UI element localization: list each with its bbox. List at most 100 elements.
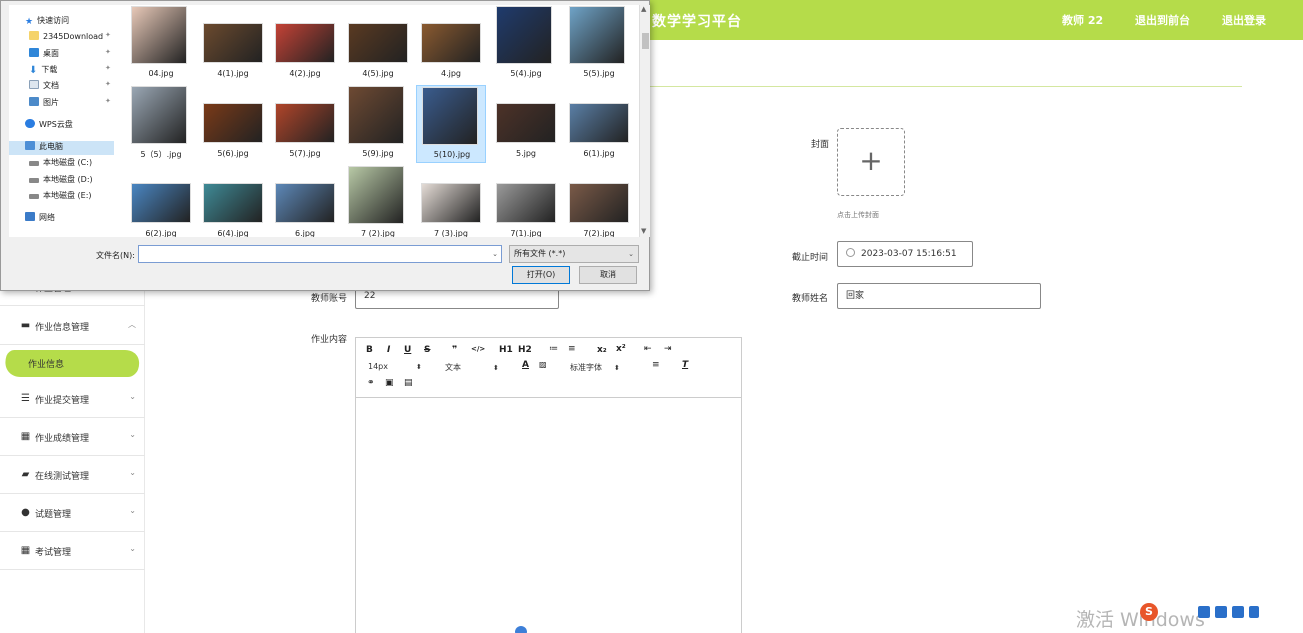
video-icon[interactable]: ▤ xyxy=(404,378,413,388)
chevron-down-icon: ⌄ xyxy=(129,392,136,401)
subscript-button[interactable]: x₂ xyxy=(597,345,607,355)
h2-button[interactable]: H2 xyxy=(518,345,532,355)
deadline-picker[interactable]: 2023-03-07 15:16:51 xyxy=(837,241,973,267)
file-item[interactable]: 5(6).jpg xyxy=(198,85,268,163)
file-item[interactable]: 6(4).jpg xyxy=(198,165,268,237)
file-item[interactable]: 6.jpg xyxy=(270,165,340,237)
sidebar-item-homework-submit[interactable]: ☰ 作业提交管理 ⌄ xyxy=(0,380,145,418)
file-item[interactable]: 4.jpg xyxy=(416,5,486,83)
content-label: 作业内容 xyxy=(311,335,348,345)
image-thumbnail xyxy=(131,6,187,64)
sidebar-item-exam-mgmt[interactable]: ▦ 考试管理 ⌄ xyxy=(0,532,145,570)
nav-this-pc[interactable]: 此电脑 xyxy=(25,141,63,152)
scroll-up-icon[interactable]: ▲ xyxy=(641,5,646,13)
sidebar-item-online-test[interactable]: ▰ 在线测试管理 ⌄ xyxy=(0,456,145,494)
file-item[interactable]: 5（5）.jpg xyxy=(126,85,196,163)
file-item[interactable]: 7(2).jpg xyxy=(564,165,634,237)
pin-icon: ✦ xyxy=(105,97,111,105)
quote-button[interactable]: ❞ xyxy=(452,345,457,355)
strike-button[interactable]: S xyxy=(424,345,430,355)
file-item[interactable]: 5(7).jpg xyxy=(270,85,340,163)
file-item[interactable]: 5(5).jpg xyxy=(564,5,634,83)
nav-pictures[interactable]: 图片 ✦ xyxy=(29,97,111,108)
image-icon[interactable]: ▣ xyxy=(385,378,394,388)
nav-drive-e[interactable]: 本地磁盘 (E:) xyxy=(29,190,92,201)
ordered-list-button[interactable]: ≔ xyxy=(549,344,558,354)
nav-documents[interactable]: 文档 ✦ xyxy=(29,80,111,91)
file-item[interactable]: 5(10).jpg xyxy=(416,85,486,163)
sidebar-item-question-mgmt[interactable]: ● 试题管理 ⌄ xyxy=(0,494,145,532)
scrollbar-thumb[interactable] xyxy=(642,33,649,49)
block-type-select[interactable]: 文本 ⬍ xyxy=(445,362,499,373)
bullet-list-button[interactable]: ≡ xyxy=(568,344,576,354)
file-item[interactable]: 5(9).jpg xyxy=(343,85,413,163)
pin-icon: ✦ xyxy=(105,31,111,39)
h1-button[interactable]: H1 xyxy=(499,345,513,355)
nav-logout[interactable]: 退出登录 xyxy=(1222,12,1266,28)
open-button[interactable]: 打开(O) xyxy=(512,266,570,284)
nav-drive-c[interactable]: 本地磁盘 (C:) xyxy=(29,157,92,168)
scroll-down-icon[interactable]: ▼ xyxy=(641,227,646,235)
file-item[interactable]: 04.jpg xyxy=(126,5,196,83)
underline-button[interactable]: U xyxy=(404,345,411,355)
background-color-icon[interactable]: ▨ xyxy=(539,360,547,369)
sidebar-item-homework-grades[interactable]: ▦ 作业成绩管理 ⌄ xyxy=(0,418,145,456)
file-grid: 04.jpg 4(1).jpg 4(2).jpg 4(5).jpg 4.jpg 5(4).… xyxy=(121,5,639,237)
font-size-select[interactable]: 14px ⬍ xyxy=(368,362,422,371)
teacher-account-label: 教师账号 xyxy=(311,294,348,304)
nav-network[interactable]: 网络 xyxy=(25,212,55,223)
file-grid-scrollbar[interactable]: ▲ ▼ xyxy=(639,5,650,237)
nav-back-to-front[interactable]: 退出到前台 xyxy=(1135,12,1190,28)
app-title: 数学学习平台 xyxy=(652,14,742,30)
chevron-updown-icon: ⬍ xyxy=(493,364,499,372)
nav-2345download[interactable]: 2345Download ✦ xyxy=(29,31,111,41)
superscript-button[interactable]: x² xyxy=(616,344,626,354)
image-thumbnail xyxy=(348,166,404,224)
nav-downloads[interactable]: ⬇ 下载 ✦ xyxy=(29,64,111,76)
chevron-down-icon[interactable]: ⌄ xyxy=(492,250,498,258)
align-icon[interactable]: ≡ xyxy=(652,360,660,370)
file-item[interactable]: 5.jpg xyxy=(491,85,561,163)
font-color-icon[interactable]: A xyxy=(522,360,529,370)
tray-icon[interactable] xyxy=(1232,606,1244,618)
font-family-select[interactable]: 标准字体 ⬍ xyxy=(570,362,620,373)
filename-label: 文件名(N): xyxy=(96,251,135,260)
network-icon xyxy=(25,212,35,221)
file-name: 7 (2).jpg xyxy=(361,229,395,237)
file-item[interactable]: 4(2).jpg xyxy=(270,5,340,83)
italic-button[interactable]: I xyxy=(387,345,390,355)
sogou-icon[interactable]: S xyxy=(1140,603,1158,621)
nav-label: 本地磁盘 (D:) xyxy=(43,175,93,184)
outdent-button[interactable]: ⇤ xyxy=(644,344,652,354)
filetype-select[interactable]: 所有文件 (*.*) ⌄ xyxy=(509,245,639,263)
bold-button[interactable]: B xyxy=(366,345,373,355)
file-item[interactable]: 4(5).jpg xyxy=(343,5,413,83)
tray-icon[interactable] xyxy=(1198,606,1210,618)
nav-wps-cloud[interactable]: WPS云盘 xyxy=(25,119,73,130)
file-item[interactable]: 5(4).jpg xyxy=(491,5,561,83)
teacher-name-field[interactable]: 回家 xyxy=(837,283,1041,309)
file-name: 5.jpg xyxy=(515,149,536,158)
sidebar-subitem-homework-info[interactable]: 作业信息 xyxy=(0,345,145,382)
code-button[interactable]: </> xyxy=(471,345,485,353)
font-family-value: 标准字体 xyxy=(570,363,602,372)
file-item[interactable]: 6(1).jpg xyxy=(564,85,634,163)
filename-input[interactable]: ⌄ xyxy=(138,245,502,263)
tray-icon[interactable] xyxy=(1249,606,1259,618)
file-item[interactable]: 4(1).jpg xyxy=(198,5,268,83)
nav-desktop[interactable]: 桌面 ✦ xyxy=(29,48,111,59)
indent-button[interactable]: ⇥ xyxy=(664,344,672,354)
tray-icon[interactable] xyxy=(1215,606,1227,618)
file-item[interactable]: 6(2).jpg xyxy=(126,165,196,237)
nav-drive-d[interactable]: 本地磁盘 (D:) xyxy=(29,174,93,185)
cancel-button[interactable]: 取消 xyxy=(579,266,637,284)
link-icon[interactable]: ⚭ xyxy=(367,378,375,388)
file-item[interactable]: 7(1).jpg xyxy=(491,165,561,237)
file-item[interactable]: 7 (2).jpg xyxy=(343,165,413,237)
cover-upload-button[interactable]: + xyxy=(837,128,905,196)
file-item[interactable]: 7 (3).jpg xyxy=(416,165,486,237)
nav-quick-access[interactable]: ★ 快速访问 xyxy=(25,15,69,27)
clear-format-icon[interactable]: T xyxy=(682,360,688,370)
nav-teacher[interactable]: 教师 22 xyxy=(1062,12,1103,28)
sidebar-item-homework-info-mgmt[interactable]: ▬ 作业信息管理 ︿ xyxy=(0,307,145,345)
